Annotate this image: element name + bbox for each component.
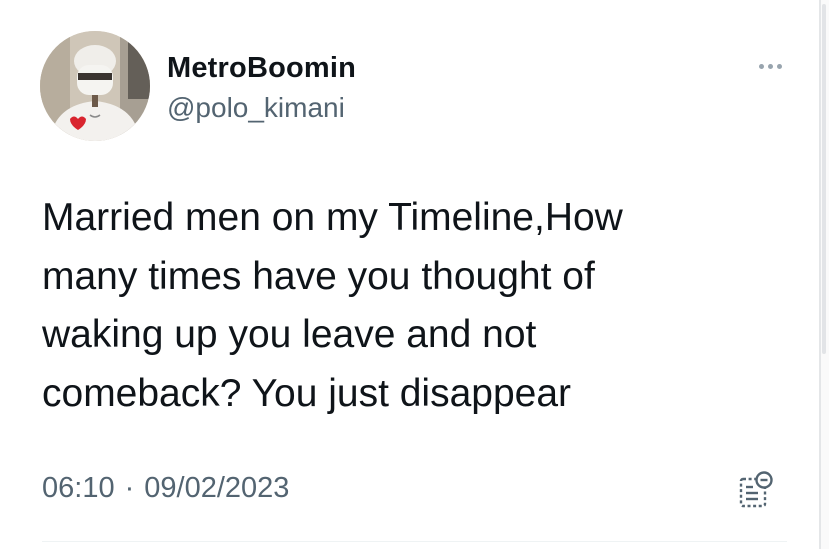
author-handle[interactable]: @polo_kimani — [167, 92, 345, 124]
tweet-text-line: many times have you thought of — [42, 254, 595, 298]
more-dot — [758, 63, 764, 69]
more-dot — [776, 63, 782, 69]
tweet-text-line: comeback? You just disappear — [42, 371, 572, 415]
view-analytics-icon[interactable] — [737, 470, 777, 510]
author-avatar[interactable] — [40, 31, 150, 141]
scrollbar-thumb[interactable] — [822, 4, 826, 354]
tweet-date[interactable]: 09/02/2023 — [144, 472, 289, 505]
tweet-time[interactable]: 06:10 — [42, 472, 115, 505]
analytics-icon-glyph — [739, 471, 773, 508]
tweet-text-line: Married men on my Timeline,How — [42, 196, 623, 239]
more-options-icon[interactable] — [753, 54, 787, 78]
tweet-timestamp[interactable]: 06:10 · 09/02/2023 — [42, 472, 289, 505]
author-display-name[interactable]: MetroBoomin — [167, 52, 356, 85]
avatar-photo — [40, 31, 150, 141]
meta-separator: · — [124, 472, 135, 504]
more-dot — [767, 63, 773, 69]
tweet-text-line: waking up you leave and not — [42, 313, 537, 356]
tweet-divider — [42, 541, 787, 542]
page-scrollbar[interactable] — [819, 0, 829, 549]
tweet-text: Married men on my Timeline,How many time… — [42, 189, 762, 423]
